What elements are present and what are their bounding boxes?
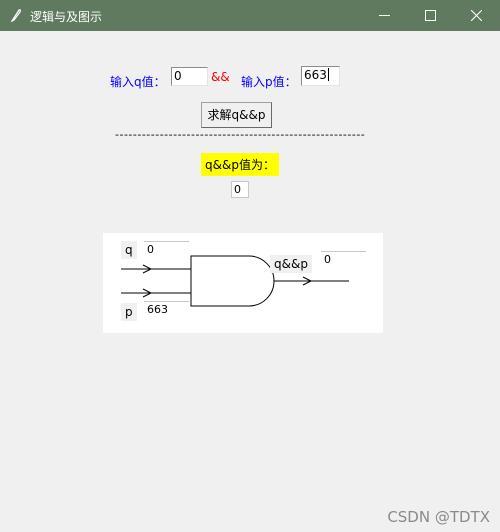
p-input-value: 663 [304,68,327,82]
minimize-icon [379,15,390,16]
diagram-q-value: 0 [144,241,189,258]
q-input-label: 输入q值： [110,75,166,89]
q-input[interactable]: 0 [171,67,208,86]
close-button[interactable] [454,0,500,31]
and-operator: && [211,70,230,84]
maximize-button[interactable] [408,0,454,31]
window-title: 逻辑与及图示 [30,10,103,24]
feather-icon [10,9,21,22]
client-area: 输入q值： 0 && 输入p值： 663 求解q&&p ------------… [0,31,500,532]
result-label: q&&p值为： [201,153,279,176]
diagram-p-value: 663 [144,301,189,318]
diagram-q-label: q [121,241,137,259]
p-input[interactable]: 663 [301,66,340,86]
and-gate-diagram: q 0 p 663 q&&p 0 [103,233,383,333]
watermark: CSDN @TDTX [387,508,490,526]
diagram-output-label: q&&p [270,255,312,273]
minimize-button[interactable] [362,0,408,31]
close-icon [471,10,482,21]
result-value: 0 [231,181,249,198]
p-input-label: 输入p值： [241,75,297,89]
diagram-output-value: 0 [321,251,366,268]
q-input-value: 0 [174,69,182,83]
diagram-p-label: p [121,303,137,321]
title-bar: 逻辑与及图示 [0,0,500,31]
separator-line: ----------------------------------------… [115,128,366,141]
text-cursor [327,68,329,81]
solve-button[interactable]: 求解q&&p [201,102,272,128]
maximize-icon [425,10,436,21]
